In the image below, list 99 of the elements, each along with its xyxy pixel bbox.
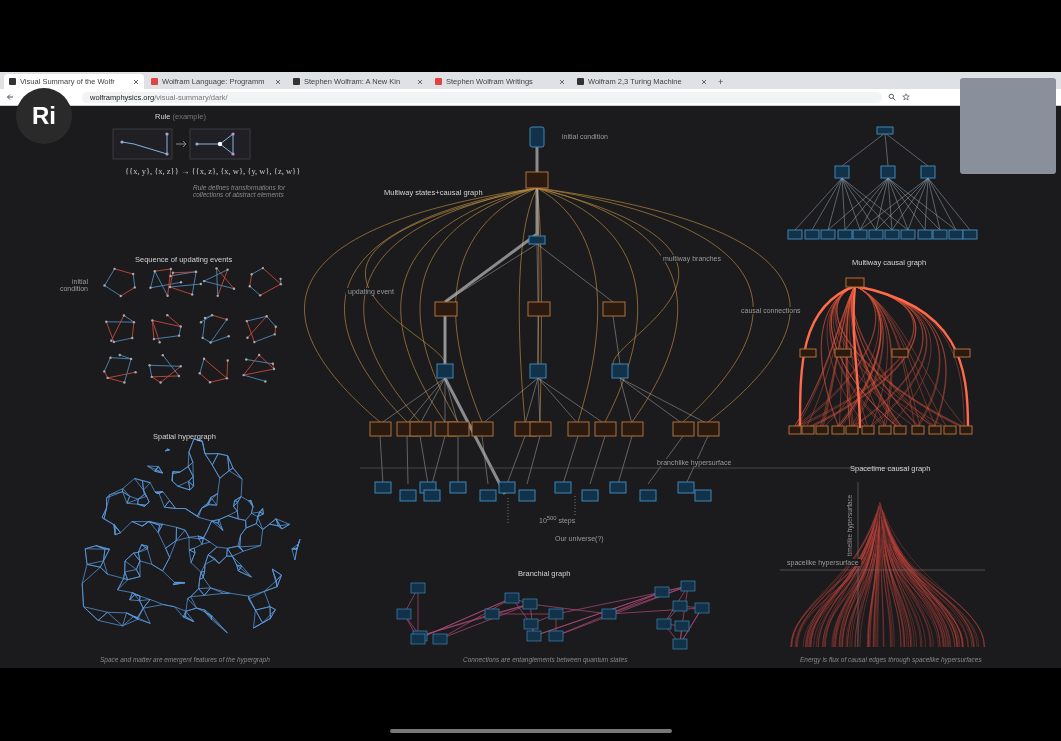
state-node — [581, 489, 599, 502]
connector-line — [589, 435, 606, 485]
hypergraph-state-drawing — [248, 266, 282, 297]
close-icon[interactable] — [275, 78, 281, 85]
event-box — [834, 348, 852, 358]
event-box — [943, 425, 957, 435]
state-node — [374, 481, 392, 494]
event-box — [602, 301, 626, 317]
event-box — [788, 425, 802, 435]
connector-line — [612, 315, 621, 365]
hypergraph-state-drawing — [168, 270, 203, 296]
event-box — [672, 421, 695, 437]
rule-formula: {{x, y}, {x, z}} → {{x, z}, {x, w}, {y, w}, {z, w}} — [125, 166, 301, 176]
event-box — [831, 425, 845, 435]
event-box — [959, 425, 973, 435]
close-icon[interactable] — [417, 78, 423, 85]
hypergraph-state-drawing — [148, 353, 182, 384]
event-box — [845, 277, 865, 288]
event-box — [953, 348, 971, 358]
new-tab-button[interactable]: + — [714, 74, 728, 89]
event-box — [594, 421, 617, 437]
state-node — [694, 489, 712, 502]
dotted-line — [507, 495, 576, 525]
hypergraph-state-drawing — [198, 357, 229, 384]
star-icon[interactable] — [902, 93, 910, 101]
state-node — [529, 363, 547, 379]
connector-line — [526, 435, 541, 485]
state-node — [656, 618, 672, 630]
event-box — [861, 425, 875, 435]
event-box — [621, 421, 644, 437]
event-box — [527, 301, 551, 317]
event-box — [434, 301, 458, 317]
event-box — [409, 421, 432, 437]
state-node — [611, 363, 629, 379]
hypergraph-state-drawing — [149, 267, 183, 297]
state-node — [479, 489, 497, 502]
event-box — [891, 348, 909, 358]
state-node — [399, 489, 417, 502]
state-node — [504, 592, 520, 604]
hypergraph-state-drawing — [103, 353, 137, 384]
state-node — [601, 608, 617, 620]
close-icon[interactable] — [559, 78, 565, 85]
hypergraph-state-drawing — [151, 313, 182, 344]
state-node — [523, 618, 539, 630]
hypergraph-state-drawing — [245, 315, 277, 344]
state-node — [529, 126, 545, 148]
state-node — [498, 481, 516, 494]
connector-line — [537, 315, 539, 365]
state-node — [554, 481, 572, 494]
rule-left-drawing — [112, 128, 173, 160]
state-node — [672, 600, 688, 612]
event-box — [447, 421, 470, 437]
state-node — [410, 582, 426, 594]
event-box — [525, 171, 549, 189]
state-node — [548, 630, 564, 642]
event-box — [878, 425, 892, 435]
hypergraph-state-drawing — [103, 267, 136, 298]
state-node — [694, 602, 710, 614]
state-node — [674, 620, 690, 632]
back-icon[interactable] — [6, 93, 14, 101]
state-node — [680, 580, 696, 592]
event-box — [893, 425, 907, 435]
rule-right-drawing — [189, 128, 251, 160]
state-node — [423, 489, 441, 502]
state-node — [396, 608, 412, 620]
event-box — [471, 421, 494, 437]
event-box — [567, 421, 590, 437]
event-box — [911, 425, 925, 435]
event-box — [928, 425, 942, 435]
event-box — [815, 425, 829, 435]
state-node — [672, 638, 688, 650]
state-node — [548, 608, 564, 620]
hypergraph-state-drawing — [202, 267, 236, 298]
state-node — [609, 481, 627, 494]
event-box — [845, 425, 859, 435]
state-node — [654, 586, 670, 598]
state-node — [449, 481, 467, 494]
event-box — [799, 348, 817, 358]
event-box — [801, 425, 815, 435]
search-icon[interactable] — [888, 93, 896, 101]
event-box — [369, 421, 392, 437]
hypergraph-state-drawing — [242, 353, 276, 383]
arrow-icon — [175, 140, 187, 148]
event-box — [529, 421, 552, 437]
hypergraph-state-drawing — [105, 314, 136, 344]
close-icon[interactable] — [133, 78, 139, 85]
connector-line — [406, 435, 409, 485]
state-node — [526, 630, 542, 642]
state-node — [518, 489, 536, 502]
close-icon[interactable] — [701, 78, 707, 85]
state-node — [677, 481, 695, 494]
state-node — [432, 633, 448, 645]
state-node — [522, 598, 538, 610]
event-box — [697, 421, 720, 437]
state-node — [528, 235, 546, 245]
state-node — [436, 363, 454, 379]
hypergraph-state-drawing — [199, 314, 230, 344]
state-node — [639, 489, 657, 502]
state-node — [484, 608, 500, 620]
